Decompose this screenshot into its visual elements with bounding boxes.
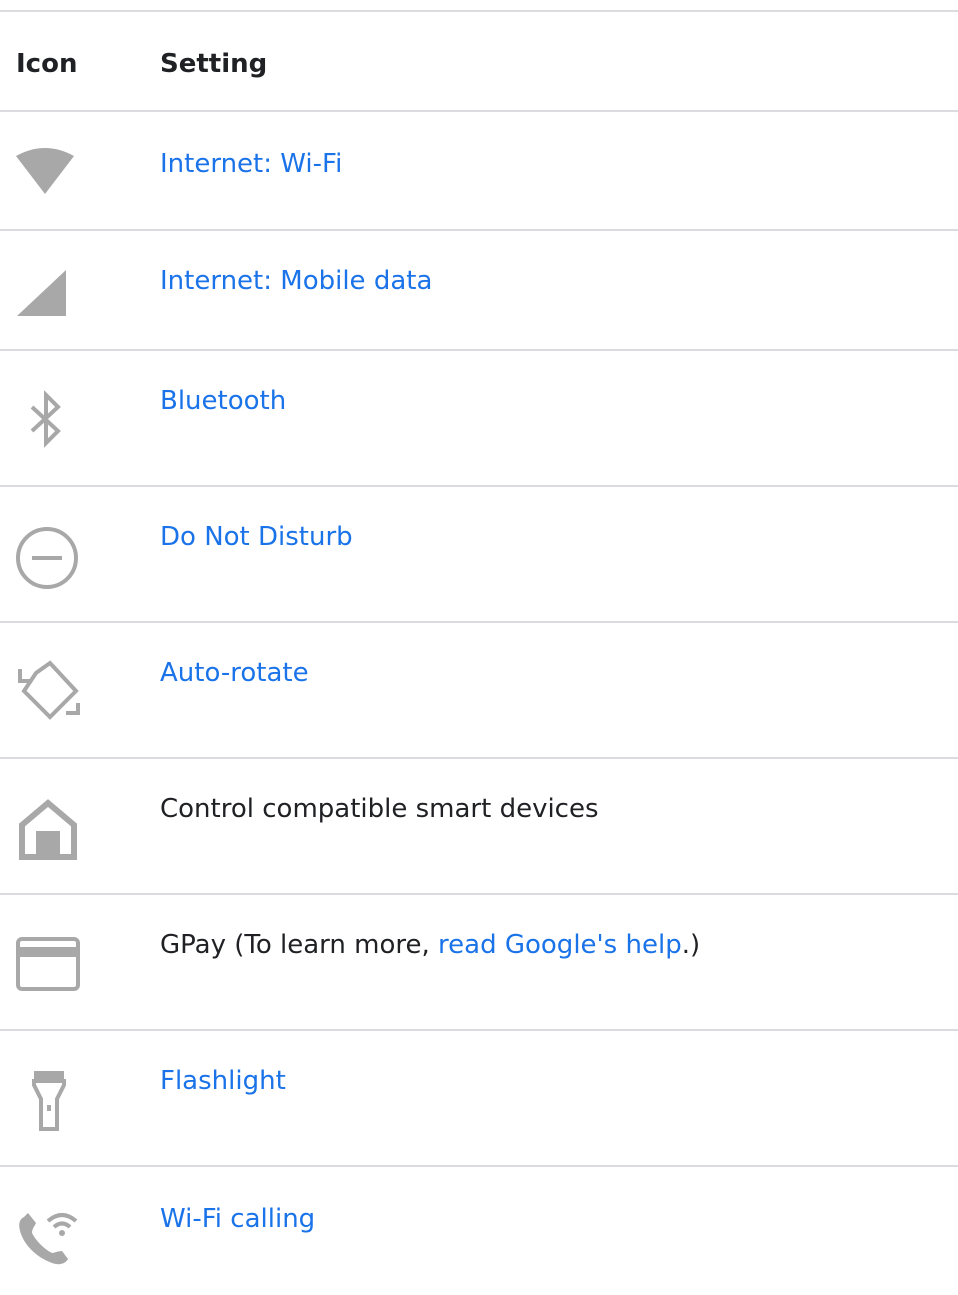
- table-row: GPay (To learn more, read Google's help.…: [0, 895, 958, 1031]
- icon-column-header: Icon: [16, 49, 78, 79]
- mobile-data-icon: [14, 267, 84, 319]
- do-not-disturb-icon: [14, 527, 84, 589]
- table-header: Icon Setting: [0, 12, 958, 112]
- table-row: Flashlight: [0, 1031, 958, 1167]
- home-icon: [14, 799, 84, 861]
- table-row: Wi-Fi calling: [0, 1167, 958, 1295]
- do-not-disturb-link[interactable]: Do Not Disturb: [160, 521, 353, 553]
- gpay-label: GPay (To learn more, read Google's help.…: [160, 929, 700, 961]
- smart-devices-label: Control compatible smart devices: [160, 794, 599, 824]
- flashlight-link[interactable]: Flashlight: [160, 1065, 286, 1097]
- flashlight-icon: [14, 1067, 84, 1133]
- auto-rotate-icon: [14, 659, 84, 723]
- wifi-icon: [14, 146, 84, 198]
- auto-rotate-link[interactable]: Auto-rotate: [160, 657, 309, 689]
- internet-mobile-data-link[interactable]: Internet: Mobile data: [160, 265, 432, 297]
- table-row: Control compatible smart devices: [0, 759, 958, 895]
- wifi-calling-icon: [14, 1205, 84, 1269]
- table-row: Internet: Wi-Fi: [0, 112, 958, 231]
- gpay-help-link[interactable]: read Google's help: [438, 930, 682, 960]
- gpay-label-prefix: GPay (To learn more,: [160, 930, 439, 960]
- table-row: Internet: Mobile data: [0, 231, 958, 351]
- wifi-calling-link[interactable]: Wi-Fi calling: [160, 1203, 315, 1235]
- internet-wifi-link[interactable]: Internet: Wi-Fi: [160, 148, 342, 180]
- gpay-label-suffix: .): [681, 930, 701, 960]
- table-row: Auto-rotate: [0, 623, 958, 759]
- quick-settings-table: Icon Setting Internet: Wi-Fi Internet: M…: [0, 10, 958, 1295]
- setting-column-header: Setting: [160, 49, 268, 79]
- table-row: Do Not Disturb: [0, 487, 958, 623]
- credit-card-icon: [14, 935, 84, 991]
- table-row: Bluetooth: [0, 351, 958, 487]
- bluetooth-icon: [14, 389, 84, 453]
- bluetooth-link[interactable]: Bluetooth: [160, 385, 286, 417]
